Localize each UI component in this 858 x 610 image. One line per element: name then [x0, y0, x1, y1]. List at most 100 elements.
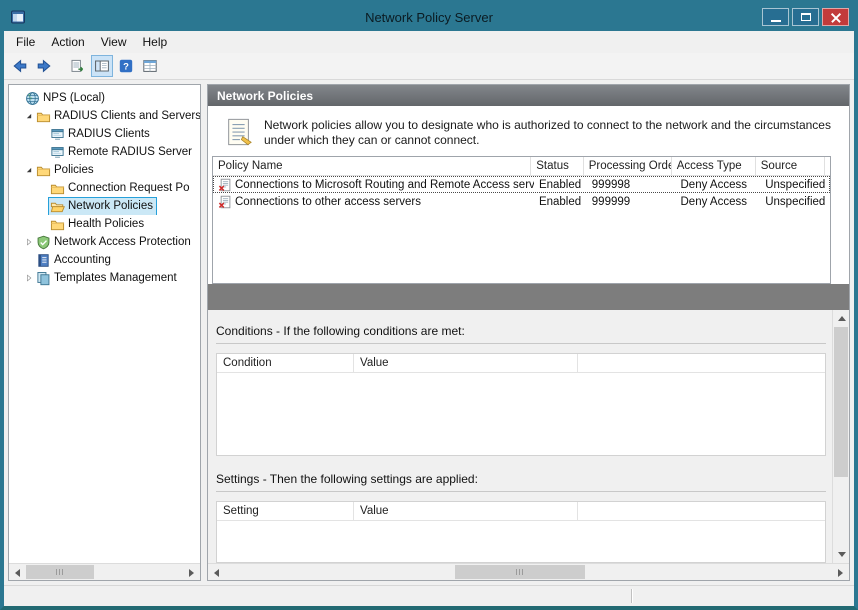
- scrollbar-track[interactable]: [225, 564, 832, 580]
- folder-icon: [50, 217, 65, 232]
- back-button[interactable]: [9, 55, 31, 77]
- menu-view[interactable]: View: [93, 33, 135, 51]
- column-header-policy-name[interactable]: Policy Name: [213, 157, 532, 175]
- expand-icon[interactable]: [23, 272, 35, 284]
- policy-list: Policy Name Status Processing Order Acce…: [212, 156, 831, 284]
- globe-icon: [25, 91, 40, 106]
- policy-detail-section: Conditions - If the following conditions…: [208, 310, 849, 563]
- title-bar[interactable]: Network Policy Server: [4, 4, 854, 31]
- export-list-button[interactable]: [67, 55, 89, 77]
- folder-icon: [36, 163, 51, 178]
- policy-icon: [218, 178, 232, 192]
- nap-icon: [36, 235, 51, 250]
- collapse-icon[interactable]: [23, 164, 35, 176]
- scroll-left-button[interactable]: [208, 564, 225, 580]
- tree-item-health-policies[interactable]: Health Policies: [9, 215, 200, 233]
- column-header-condition[interactable]: Condition: [217, 354, 354, 372]
- detail-vertical-scrollbar[interactable]: [832, 310, 849, 563]
- tree-item-label: NPS (Local): [43, 92, 105, 104]
- menu-action[interactable]: Action: [43, 33, 92, 51]
- window-title: Network Policy Server: [365, 10, 493, 25]
- scrollbar-thumb[interactable]: [834, 327, 848, 477]
- scrollbar-track[interactable]: [833, 327, 849, 546]
- policy-page-icon: [224, 116, 254, 148]
- tree-item-connection-request-policies[interactable]: Connection Request Po: [9, 179, 200, 197]
- icon-view-button[interactable]: [139, 55, 161, 77]
- menu-bar: File Action View Help: [4, 31, 854, 53]
- scroll-down-button[interactable]: [833, 546, 849, 563]
- help-button[interactable]: [115, 55, 137, 77]
- content-header-title: Network Policies: [217, 88, 314, 103]
- scroll-up-button[interactable]: [833, 310, 849, 327]
- tree-horizontal-scrollbar[interactable]: [9, 563, 200, 580]
- policy-source: Unspecified: [765, 195, 826, 208]
- content-header-band: Network Policies: [208, 85, 849, 106]
- show-hide-console-tree-button[interactable]: [91, 55, 113, 77]
- maximize-button[interactable]: [792, 8, 819, 26]
- policy-icon: [218, 195, 232, 209]
- folder-icon: [50, 181, 65, 196]
- console-tree: NPS (Local) RADIUS Clients and Servers R…: [9, 85, 200, 563]
- conditions-table: Condition Value: [216, 353, 826, 456]
- expand-icon[interactable]: [23, 236, 35, 248]
- scroll-right-button[interactable]: [832, 564, 849, 580]
- tree-item-radius-clients-and-servers[interactable]: RADIUS Clients and Servers: [9, 107, 200, 125]
- scroll-right-icon: [189, 568, 194, 577]
- conditions-title: Conditions - If the following conditions…: [216, 324, 465, 338]
- description-panel: Network policies allow you to designate …: [224, 116, 835, 148]
- status-bar-divider: [631, 589, 632, 603]
- tree-item-accounting[interactable]: Accounting: [9, 251, 200, 269]
- tree-item-remote-radius-server-groups[interactable]: Remote RADIUS Server: [9, 143, 200, 161]
- menu-file[interactable]: File: [8, 33, 43, 51]
- scroll-down-icon: [837, 552, 846, 557]
- scrollbar-thumb[interactable]: [26, 565, 94, 579]
- tree-item-policies[interactable]: Policies: [9, 161, 200, 179]
- column-header-processing-order[interactable]: Processing Order: [584, 157, 672, 175]
- collapse-icon[interactable]: [23, 110, 35, 122]
- menu-help[interactable]: Help: [135, 33, 176, 51]
- maximize-icon: [801, 13, 811, 21]
- icon-view-icon: [142, 58, 158, 74]
- detail-splitter-band[interactable]: [208, 284, 849, 310]
- close-button[interactable]: [822, 8, 849, 26]
- column-header-access-type[interactable]: Access Type: [672, 157, 756, 175]
- minimize-button[interactable]: [762, 8, 789, 26]
- tree-item-network-policies[interactable]: Network Policies: [9, 197, 200, 215]
- scroll-right-button[interactable]: [183, 564, 200, 580]
- settings-table-body: [217, 521, 825, 562]
- column-header-setting-value[interactable]: Value: [354, 502, 578, 520]
- tree-item-label: Health Policies: [68, 218, 145, 230]
- scrollbar-thumb[interactable]: [455, 565, 585, 579]
- scroll-up-icon: [837, 316, 846, 321]
- tree-item-radius-clients[interactable]: RADIUS Clients: [9, 125, 200, 143]
- tree-item-label: RADIUS Clients: [68, 128, 150, 140]
- scrollbar-track[interactable]: [26, 564, 183, 580]
- tree-item-nps-local[interactable]: NPS (Local): [9, 89, 200, 107]
- forward-button[interactable]: [33, 55, 55, 77]
- content-pane: Network Policies Network policies allow …: [207, 84, 850, 581]
- console-tree-pane: NPS (Local) RADIUS Clients and Servers R…: [8, 84, 201, 581]
- column-header-condition-value[interactable]: Value: [354, 354, 578, 372]
- policy-list-header: Policy Name Status Processing Order Acce…: [213, 157, 830, 176]
- open-folder-icon: [50, 199, 65, 214]
- scroll-left-button[interactable]: [9, 564, 26, 580]
- content-horizontal-scrollbar[interactable]: [208, 563, 849, 580]
- tree-item-label: Policies: [54, 164, 94, 176]
- scroll-left-icon: [214, 568, 219, 577]
- column-header-status[interactable]: Status: [531, 157, 584, 175]
- policy-processing-order: 999998: [591, 178, 631, 191]
- policy-list-section: Network policies allow you to designate …: [208, 106, 849, 284]
- tree-item-templates-management[interactable]: Templates Management: [9, 269, 200, 287]
- conditions-table-body: [217, 373, 825, 455]
- column-header-setting[interactable]: Setting: [217, 502, 354, 520]
- policy-row[interactable]: Connections to Microsoft Routing and Rem…: [213, 176, 830, 193]
- window-controls: [762, 8, 849, 26]
- tree-item-network-access-protection[interactable]: Network Access Protection: [9, 233, 200, 251]
- main-area: NPS (Local) RADIUS Clients and Servers R…: [4, 80, 854, 585]
- console-tree-icon: [94, 58, 110, 74]
- nps-window: Network Policy Server File Action View H…: [0, 0, 858, 610]
- tree-item-label: Network Access Protection: [54, 236, 191, 248]
- column-header-source[interactable]: Source: [756, 157, 825, 175]
- scroll-right-icon: [838, 568, 843, 577]
- policy-row[interactable]: Connections to other access servers Enab…: [213, 193, 830, 210]
